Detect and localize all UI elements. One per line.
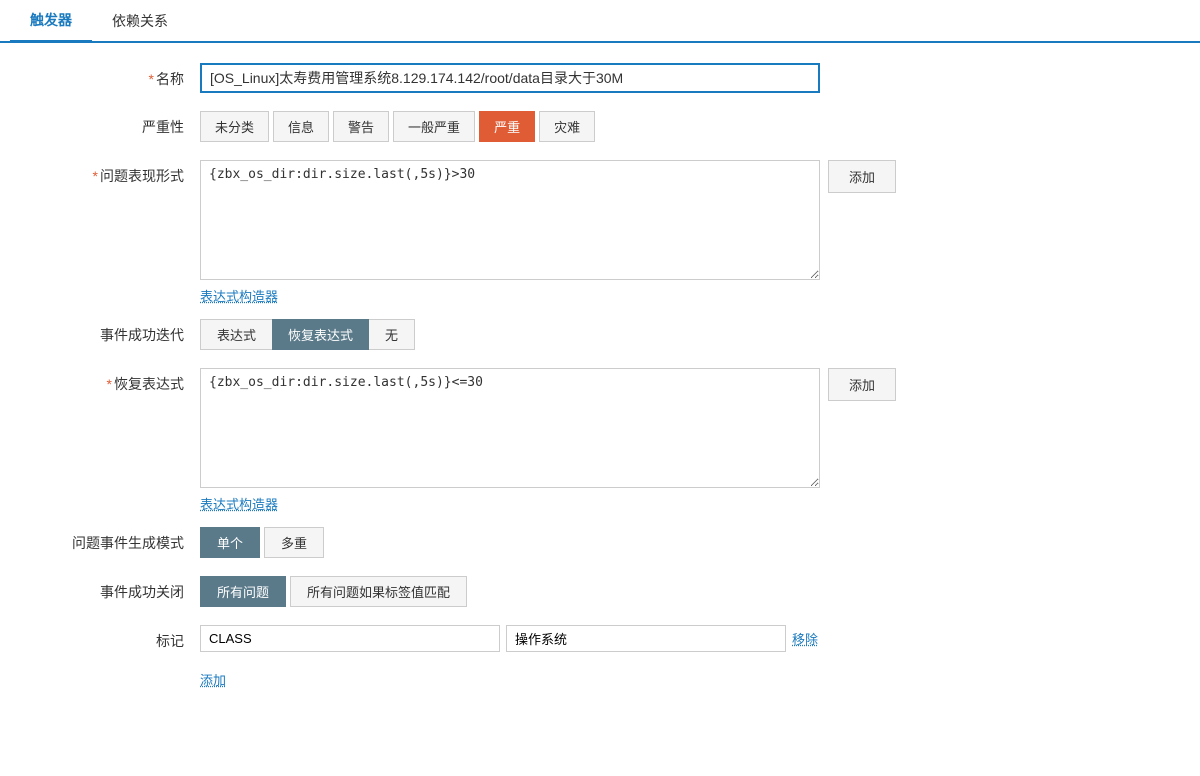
- problem-expr-with-btn: {zbx_os_dir:dir.size.last(,5s)}>30 添加: [200, 160, 896, 280]
- problem-expr-content: {zbx_os_dir:dir.size.last(,5s)}>30 添加: [200, 160, 1160, 280]
- tag-item: 移除: [200, 625, 818, 652]
- severity-high[interactable]: 严重: [479, 111, 535, 142]
- name-field-container: [200, 63, 1160, 93]
- name-required-mark: *: [149, 71, 154, 87]
- recovery-expr-content: {zbx_os_dir:dir.size.last(,5s)}<=30 添加: [200, 368, 1160, 488]
- recovery-expr-required-mark: *: [107, 376, 112, 392]
- problem-mode-row: 问题事件生成模式 单个 多重: [40, 527, 1160, 558]
- expr-builder-link[interactable]: 表达式构造器: [200, 286, 278, 305]
- recovery-expr-row: *恢复表达式 {zbx_os_dir:dir.size.last(,5s)}<=…: [40, 368, 1160, 488]
- recovery-expr-label: *恢复表达式: [40, 368, 200, 394]
- recovery-expr-builder-row: 表达式构造器: [40, 494, 1160, 513]
- add-tag-link[interactable]: 添加: [200, 670, 226, 689]
- severity-label: 严重性: [40, 111, 200, 137]
- mode-single[interactable]: 单个: [200, 527, 260, 558]
- problem-expr-add-button[interactable]: 添加: [828, 160, 896, 193]
- problem-mode-content: 单个 多重: [200, 527, 1160, 558]
- event-success-label: 事件成功迭代: [40, 319, 200, 345]
- event-success-toggle: 表达式 恢复表达式 无: [200, 319, 1160, 350]
- tag-content: 移除: [200, 625, 1160, 652]
- event-close-row: 事件成功关闭 所有问题 所有问题如果标签值匹配: [40, 576, 1160, 607]
- recovery-expr-add-button[interactable]: 添加: [828, 368, 896, 401]
- mode-multiple[interactable]: 多重: [264, 527, 324, 558]
- expr-builder-row: 表达式构造器: [40, 286, 1160, 305]
- severity-disaster[interactable]: 灾难: [539, 111, 595, 142]
- tag-label: 标记: [40, 625, 200, 651]
- severity-unclassified[interactable]: 未分类: [200, 111, 269, 142]
- problem-mode-label: 问题事件生成模式: [40, 527, 200, 553]
- severity-info[interactable]: 信息: [273, 111, 329, 142]
- tag-remove-button[interactable]: 移除: [792, 629, 818, 648]
- severity-warning[interactable]: 警告: [333, 111, 389, 142]
- name-label: *名称: [40, 63, 200, 89]
- tag-value-input[interactable]: [506, 625, 786, 652]
- tab-trigger[interactable]: 触发器: [10, 0, 92, 43]
- event-close-content: 所有问题 所有问题如果标签值匹配: [200, 576, 1160, 607]
- event-success-none[interactable]: 无: [369, 319, 415, 350]
- event-close-label: 事件成功关闭: [40, 576, 200, 602]
- problem-expr-required-mark: *: [93, 168, 98, 184]
- severity-average[interactable]: 一般严重: [393, 111, 475, 142]
- name-input[interactable]: [200, 63, 820, 93]
- recovery-expr-textarea[interactable]: {zbx_os_dir:dir.size.last(,5s)}<=30: [200, 368, 820, 488]
- tag-name-input[interactable]: [200, 625, 500, 652]
- severity-buttons: 未分类 信息 警告 一般严重 严重 灾难: [200, 111, 1160, 142]
- recovery-expr-builder-link[interactable]: 表达式构造器: [200, 494, 278, 513]
- severity-row: 严重性 未分类 信息 警告 一般严重 严重 灾难: [40, 111, 1160, 142]
- close-all[interactable]: 所有问题: [200, 576, 286, 607]
- event-success-expression[interactable]: 表达式: [200, 319, 272, 350]
- form-container: *名称 严重性 未分类 信息 警告 一般严重 严重 灾难 *问题表现形式 {zb…: [0, 43, 1200, 727]
- event-success-toggle-group: 表达式 恢复表达式 无: [200, 319, 415, 350]
- tab-dependency[interactable]: 依赖关系: [92, 0, 188, 41]
- recovery-expr-with-btn: {zbx_os_dir:dir.size.last(,5s)}<=30 添加: [200, 368, 896, 488]
- event-success-row: 事件成功迭代 表达式 恢复表达式 无: [40, 319, 1160, 350]
- event-success-recovery[interactable]: 恢复表达式: [272, 319, 369, 350]
- name-row: *名称: [40, 63, 1160, 93]
- problem-expr-row: *问题表现形式 {zbx_os_dir:dir.size.last(,5s)}>…: [40, 160, 1160, 280]
- close-tag-match[interactable]: 所有问题如果标签值匹配: [290, 576, 467, 607]
- problem-expr-label: *问题表现形式: [40, 160, 200, 186]
- tag-row: 标记 移除: [40, 625, 1160, 652]
- add-tag-row: 添加: [40, 670, 1160, 689]
- tab-bar: 触发器 依赖关系: [0, 0, 1200, 43]
- problem-expr-textarea[interactable]: {zbx_os_dir:dir.size.last(,5s)}>30: [200, 160, 820, 280]
